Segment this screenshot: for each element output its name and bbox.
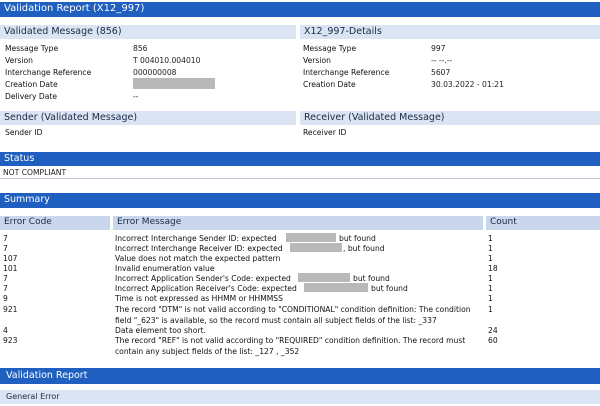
receiver-id-label: Receiver ID xyxy=(303,128,347,137)
vm-label-creation-date: Creation Date xyxy=(5,80,58,89)
d-value-interchange-reference: 5607 xyxy=(431,68,451,77)
d-label-message-type: Message Type xyxy=(303,44,357,53)
vm-label-message-type: Message Type xyxy=(5,44,59,53)
summary-row-message: The record "REF" is not valid according … xyxy=(115,336,466,356)
vm-label-version: Version xyxy=(5,56,33,65)
vm-value-version: T 004010.004010 xyxy=(133,56,201,65)
col-header-error-code: Error Code xyxy=(0,216,110,230)
status-divider xyxy=(0,178,600,179)
sender-heading: Sender (Validated Message) xyxy=(4,112,138,123)
redacted-expected-value xyxy=(290,243,342,252)
vm-value-delivery-date: -- xyxy=(133,92,139,101)
d-value-version: -- --.-- xyxy=(431,56,453,65)
vm-value-interchange-reference: 000000008 xyxy=(133,68,177,77)
summary-row-message: Time is not expressed as HHMM or HHMMSS xyxy=(115,294,283,303)
summary-heading: Summary xyxy=(4,194,50,205)
col-header-error-message-label: Error Message xyxy=(117,217,182,227)
redacted-expected-value xyxy=(298,273,350,282)
validation-report-header: Validation Report xyxy=(0,368,600,384)
details-heading: X12_997-Details xyxy=(304,26,382,37)
general-error-item[interactable]: General Error xyxy=(0,390,600,404)
col-header-error-code-label: Error Code xyxy=(4,217,52,227)
receiver-header: Receiver (Validated Message) xyxy=(300,111,600,125)
redacted-expected-value xyxy=(304,283,368,292)
col-header-error-message: Error Message xyxy=(113,216,483,230)
vm-label-interchange-reference: Interchange Reference xyxy=(5,68,92,77)
d-label-version: Version xyxy=(303,56,331,65)
status-heading: Status xyxy=(4,153,35,164)
vm-label-delivery-date: Delivery Date xyxy=(5,92,58,101)
status-value: NOT COMPLIANT xyxy=(3,168,67,177)
summary-header: Summary xyxy=(0,193,600,208)
report-title: Validation Report (X12_997) xyxy=(4,3,145,14)
general-error-label: General Error xyxy=(6,392,60,401)
receiver-heading: Receiver (Validated Message) xyxy=(304,112,445,123)
d-value-message-type: 997 xyxy=(431,44,446,53)
summary-row-count: 1 xyxy=(488,305,493,314)
d-label-creation-date: Creation Date xyxy=(303,80,356,89)
d-value-creation-date: 30.03.2022 - 01:21 xyxy=(431,80,504,89)
validated-message-heading: Validated Message (856) xyxy=(4,26,122,37)
report-title-bar: Validation Report (X12_997) xyxy=(0,2,600,17)
d-label-interchange-reference: Interchange Reference xyxy=(303,68,390,77)
details-header: X12_997-Details xyxy=(300,25,600,39)
redacted-expected-value xyxy=(286,233,336,242)
summary-row-code: 921 xyxy=(3,305,18,314)
summary-row-code: 9 xyxy=(3,294,8,303)
summary-row-count: 60 xyxy=(488,336,498,345)
redacted-creation-date xyxy=(133,78,215,89)
summary-row-code: 923 xyxy=(3,336,18,345)
summary-row-message: The record "DTM" is not valid according … xyxy=(115,305,471,325)
validation-report-heading: Validation Report xyxy=(6,370,88,381)
sender-header: Sender (Validated Message) xyxy=(0,111,296,125)
vm-value-message-type: 856 xyxy=(133,44,148,53)
validated-message-header: Validated Message (856) xyxy=(0,25,296,39)
col-header-count-label: Count xyxy=(490,217,517,227)
summary-row-message-suffix: , but found xyxy=(343,244,385,253)
summary-row-count: 1 xyxy=(488,294,493,303)
status-header: Status xyxy=(0,152,600,166)
sender-id-label: Sender ID xyxy=(5,128,43,137)
col-header-count: Count xyxy=(486,216,600,230)
summary-row-message-suffix: but found xyxy=(371,284,408,293)
